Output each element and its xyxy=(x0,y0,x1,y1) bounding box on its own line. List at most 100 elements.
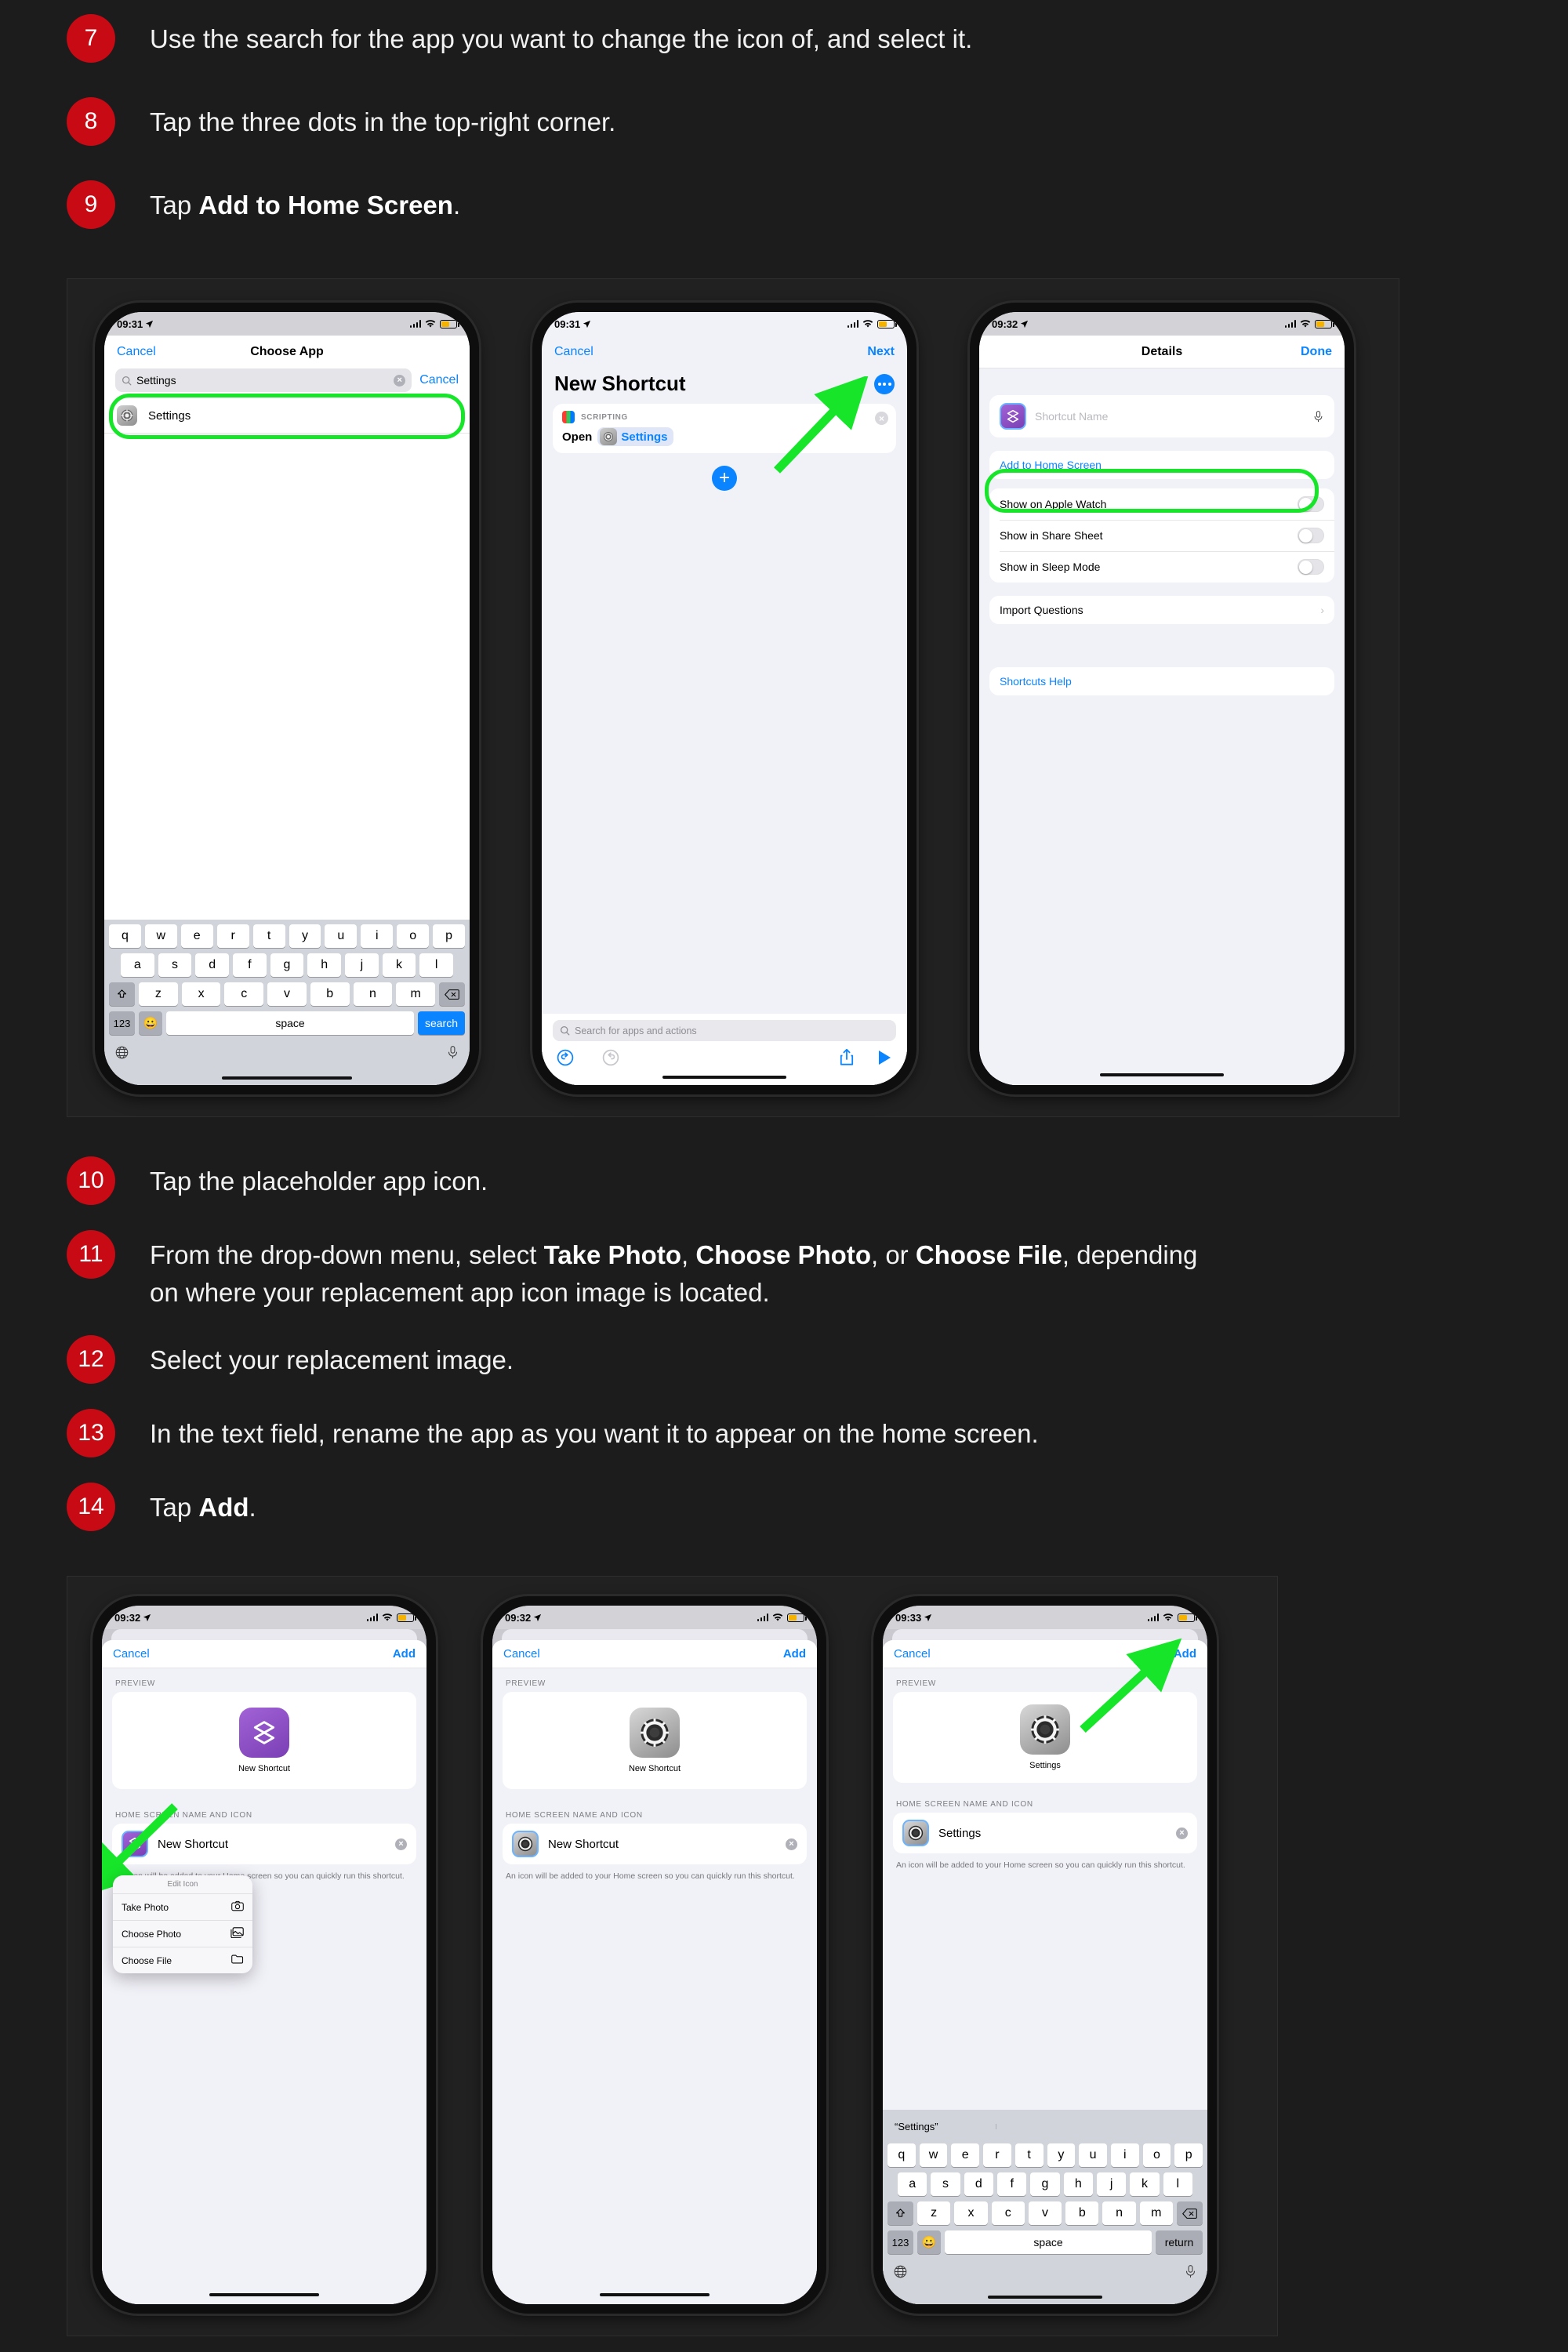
menu-item[interactable]: Take Photo xyxy=(113,1894,252,1921)
shortcut-name-field[interactable]: Shortcut Name xyxy=(989,395,1334,437)
key-d[interactable]: d xyxy=(195,953,229,977)
key-r[interactable]: r xyxy=(983,2143,1011,2167)
next-button[interactable]: Next xyxy=(867,345,895,359)
key-f[interactable]: f xyxy=(997,2172,1027,2196)
toggle-row[interactable]: Show in Share Sheet xyxy=(989,520,1334,551)
key-w[interactable]: w xyxy=(144,924,177,948)
action-app-token[interactable]: Settings xyxy=(597,427,673,446)
space-key[interactable]: space xyxy=(945,2230,1152,2254)
add-button[interactable]: Add xyxy=(393,1647,416,1661)
clear-circle-icon[interactable]: × xyxy=(786,1838,797,1850)
cancel-button[interactable]: Cancel xyxy=(113,1647,150,1661)
key-b[interactable]: b xyxy=(310,982,350,1006)
return-key[interactable]: return xyxy=(1156,2230,1203,2254)
import-questions-row[interactable]: Import Questions › xyxy=(989,596,1334,624)
search-cancel-button[interactable]: Cancel xyxy=(419,373,459,387)
key-u[interactable]: u xyxy=(325,924,358,948)
key-z[interactable]: z xyxy=(917,2201,951,2225)
clear-circle-icon[interactable]: × xyxy=(394,374,406,387)
emoji-icon[interactable]: 😀 xyxy=(139,1011,162,1035)
shortcuts-help-row[interactable]: Shortcuts Help xyxy=(989,667,1334,695)
toggle-switch[interactable] xyxy=(1298,496,1324,512)
key-a[interactable]: a xyxy=(120,953,154,977)
cancel-button[interactable]: Cancel xyxy=(554,345,593,359)
key-a[interactable]: a xyxy=(898,2172,927,2196)
key-l[interactable]: l xyxy=(419,953,454,977)
key-x[interactable]: x xyxy=(954,2201,988,2225)
key-i[interactable]: i xyxy=(361,924,394,948)
undo-icon[interactable] xyxy=(556,1048,575,1067)
cancel-button[interactable]: Cancel xyxy=(503,1647,540,1661)
toggle-switch[interactable] xyxy=(1298,559,1324,575)
search-key[interactable]: search xyxy=(418,1011,465,1035)
emoji-icon[interactable]: 😀 xyxy=(917,2230,941,2254)
microphone-icon[interactable] xyxy=(1184,2264,1197,2279)
key-o[interactable]: o xyxy=(1142,2143,1171,2167)
key-x[interactable]: x xyxy=(181,982,221,1006)
home-screen-name-row[interactable]: New Shortcut × xyxy=(112,1824,416,1864)
key-q[interactable]: q xyxy=(887,2143,916,2167)
numbers-key[interactable]: 123 xyxy=(109,1011,135,1035)
key-o[interactable]: o xyxy=(397,924,430,948)
toggle-row[interactable]: Show on Apple Watch xyxy=(989,488,1334,520)
clear-circle-icon[interactable]: × xyxy=(1176,1827,1188,1839)
key-c[interactable]: c xyxy=(224,982,264,1006)
key-e[interactable]: e xyxy=(180,924,213,948)
key-u[interactable]: u xyxy=(1079,2143,1107,2167)
key-d[interactable]: d xyxy=(964,2172,993,2196)
space-key[interactable]: space xyxy=(166,1011,414,1035)
shortcut-layers-icon[interactable] xyxy=(1000,403,1026,430)
clear-circle-icon[interactable]: × xyxy=(395,1838,407,1850)
cancel-button[interactable]: Cancel xyxy=(894,1647,931,1661)
action-search-input[interactable]: Search for apps and actions xyxy=(553,1020,896,1041)
key-j[interactable]: j xyxy=(345,953,379,977)
add-button[interactable]: Add xyxy=(1174,1647,1196,1661)
cancel-button[interactable]: Cancel xyxy=(117,345,156,359)
key-q[interactable]: q xyxy=(108,924,141,948)
key-t[interactable]: t xyxy=(1014,2143,1044,2167)
key-h[interactable]: h xyxy=(1063,2172,1093,2196)
search-input[interactable]: Settings × xyxy=(115,368,412,392)
globe-icon[interactable] xyxy=(893,2264,908,2279)
shift-icon[interactable] xyxy=(108,982,135,1006)
key-n[interactable]: n xyxy=(1102,2201,1136,2225)
home-screen-name-row[interactable]: Settings × xyxy=(893,1813,1197,1853)
done-button[interactable]: Done xyxy=(1301,345,1332,359)
key-m[interactable]: m xyxy=(1139,2201,1173,2225)
menu-item[interactable]: Choose File xyxy=(113,1947,252,1973)
add-to-home-screen-button[interactable]: Add to Home Screen xyxy=(989,451,1334,479)
numbers-key[interactable]: 123 xyxy=(887,2230,913,2254)
microphone-icon[interactable] xyxy=(1312,410,1324,423)
key-v[interactable]: v xyxy=(267,982,307,1006)
key-g[interactable]: g xyxy=(1030,2172,1060,2196)
menu-item[interactable]: Choose Photo xyxy=(113,1921,252,1947)
key-b[interactable]: b xyxy=(1065,2201,1099,2225)
key-k[interactable]: k xyxy=(382,953,416,977)
key-n[interactable]: n xyxy=(353,982,393,1006)
key-m[interactable]: m xyxy=(396,982,436,1006)
add-action-button[interactable]: + xyxy=(712,466,737,491)
key-w[interactable]: w xyxy=(919,2143,948,2167)
key-e[interactable]: e xyxy=(951,2143,980,2167)
list-item[interactable]: Settings xyxy=(104,398,470,434)
key-t[interactable]: t xyxy=(252,924,285,948)
play-icon[interactable] xyxy=(876,1049,893,1066)
key-k[interactable]: k xyxy=(1130,2172,1160,2196)
key-y[interactable]: y xyxy=(1047,2143,1076,2167)
key-s[interactable]: s xyxy=(931,2172,960,2196)
backspace-icon[interactable] xyxy=(439,982,466,1006)
key-v[interactable]: v xyxy=(1028,2201,1062,2225)
backspace-icon[interactable] xyxy=(1176,2201,1203,2225)
key-h[interactable]: h xyxy=(307,953,342,977)
key-p[interactable]: p xyxy=(1174,2143,1203,2167)
key-i[interactable]: i xyxy=(1110,2143,1139,2167)
key-z[interactable]: z xyxy=(138,982,178,1006)
more-dots-icon[interactable] xyxy=(874,373,895,394)
settings-gear-icon[interactable] xyxy=(902,1820,929,1846)
home-screen-name-row[interactable]: New Shortcut × xyxy=(503,1824,807,1864)
settings-gear-icon[interactable] xyxy=(512,1831,539,1857)
shift-icon[interactable] xyxy=(887,2201,914,2225)
share-icon[interactable] xyxy=(838,1048,855,1067)
key-g[interactable]: g xyxy=(270,953,304,977)
key-c[interactable]: c xyxy=(991,2201,1025,2225)
